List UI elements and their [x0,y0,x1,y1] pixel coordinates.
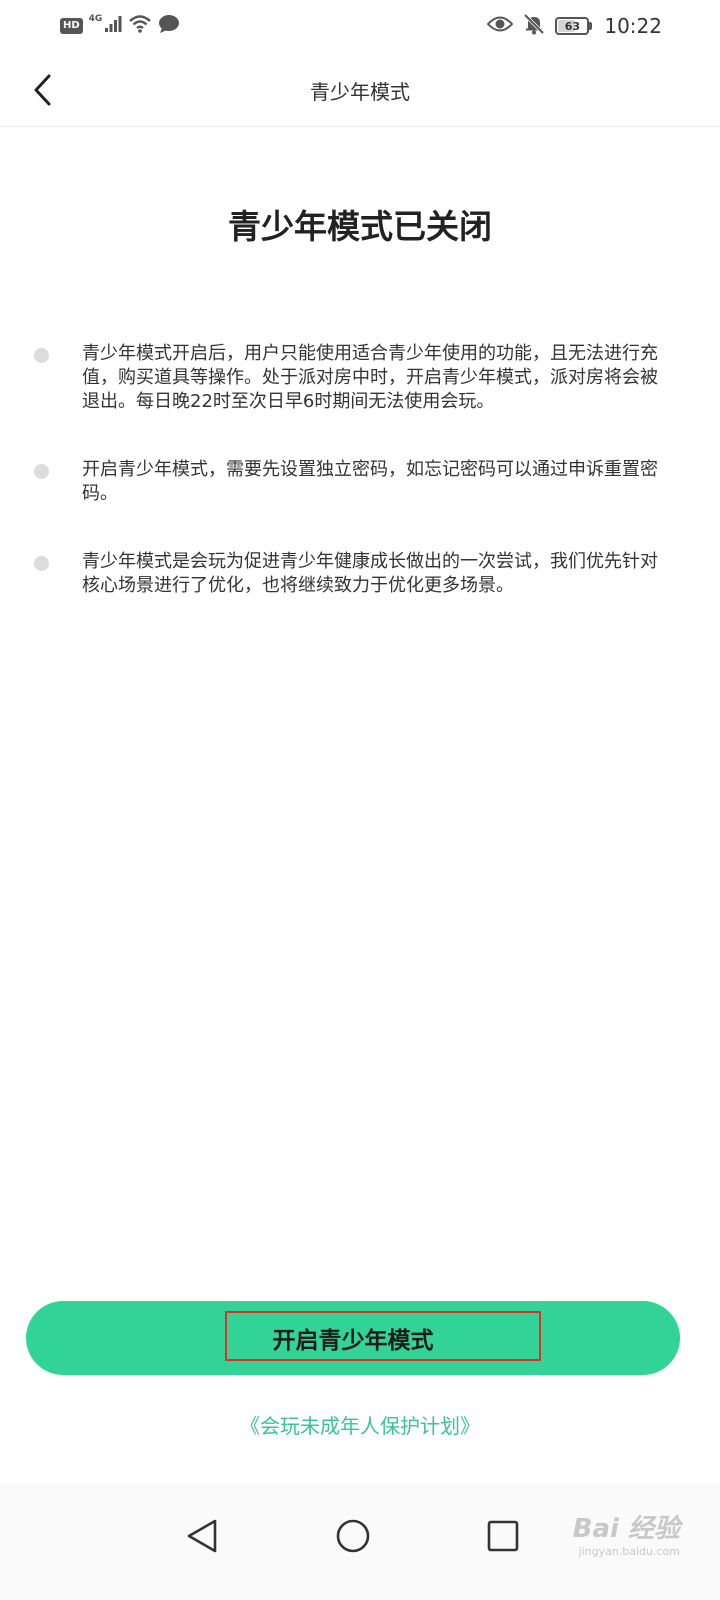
watermark-site: jingyan.baidu.com [578,1545,680,1558]
hd-badge: HD [60,18,83,34]
bullet-dot [34,556,49,571]
network-type: 4G [88,14,103,24]
clock: 10:22 [604,14,662,38]
circle-home-icon [336,1519,370,1553]
notice-text: 开启青少年模式，需要先设置独立密码，如忘记密码可以通过申诉重置密码。 [82,459,658,504]
list-item: 青少年模式是会玩为促进青少年健康成长做出的一次尝试，我们优先针对核心场景进行了优… [0,550,720,598]
enable-button-label: 开启青少年模式 [272,1328,434,1354]
nav-back-button[interactable] [174,1508,230,1564]
mute-bell-icon [523,13,545,39]
nav-recents-button[interactable] [475,1508,531,1564]
bullet-dot [34,348,49,363]
wifi-icon [128,14,152,38]
list-item: 开启青少年模式，需要先设置独立密码，如忘记密码可以通过申诉重置密码。 [0,458,720,506]
nav-home-button[interactable] [325,1508,381,1564]
battery-icon: 63 [555,17,593,35]
protection-link-text: 《会玩未成年人保护计划》 [240,1414,480,1438]
notice-text: 青少年模式是会玩为促进青少年健康成长做出的一次尝试，我们优先针对核心场景进行了优… [82,551,658,596]
list-item: 青少年模式开启后，用户只能使用适合青少年使用的功能，且无法进行充值，购买道具等操… [0,342,720,414]
notice-text: 青少年模式开启后，用户只能使用适合青少年使用的功能，且无法进行充值，购买道具等操… [82,343,658,412]
square-recents-icon [487,1520,519,1552]
app-bar: 青少年模式 [0,56,720,127]
signal-icon [104,15,122,37]
chat-icon [158,14,180,38]
status-bar: HD 4G 63 10:22 [0,0,720,52]
system-nav-bar: Bai 经验 jingyan.baidu.com [0,1484,720,1600]
triangle-back-icon [187,1519,217,1553]
page-title: 青少年模式 [310,80,410,104]
notice-list: 青少年模式开启后，用户只能使用适合青少年使用的功能，且无法进行充值，购买道具等操… [0,342,720,642]
battery-indicator: 63 [555,17,590,35]
eye-icon [486,15,514,37]
enable-teen-mode-button[interactable]: 开启青少年模式 [26,1301,680,1375]
battery-level: 63 [564,19,581,33]
battery-tip [589,22,593,30]
minor-protection-plan-link[interactable]: 《会玩未成年人保护计划》 [0,1410,720,1439]
watermark-logo: Bai 经验 [572,1514,680,1544]
bullet-dot [34,464,49,479]
mode-status-heading: 青少年模式已关闭 [228,207,492,246]
watermark: Bai 经验 jingyan.baidu.com [573,1508,680,1558]
